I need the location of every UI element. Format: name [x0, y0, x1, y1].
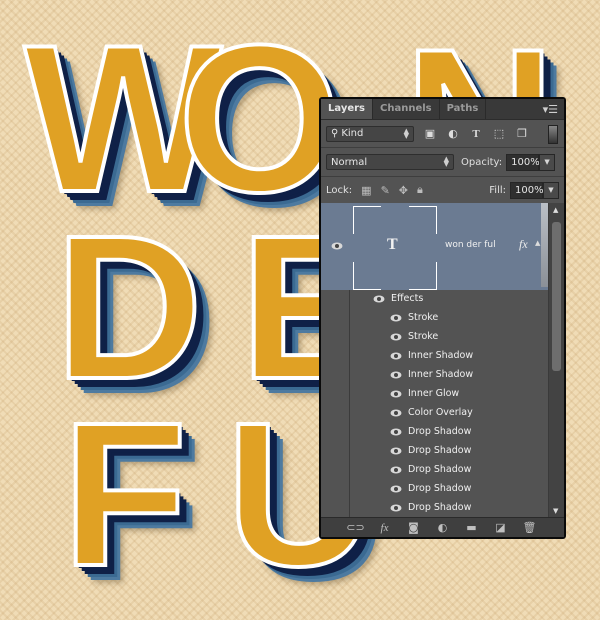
effect-label: Inner Shadow	[408, 369, 474, 380]
lock-image-icon[interactable]: ✎	[381, 184, 390, 197]
pixel-filter-icon[interactable]: ▣	[423, 127, 437, 141]
scrollbar[interactable]: ▲ ▼	[548, 203, 564, 518]
layer-thumbnail: T	[353, 206, 437, 290]
filter-kind-label: Kind	[341, 128, 364, 139]
layer-name[interactable]: won der ful	[445, 240, 496, 250]
blend-mode-select[interactable]: Normal ▲ ▼	[326, 154, 454, 170]
layer-row-selected[interactable]: T won der ful fx ▲	[321, 203, 549, 290]
effect-label: Color Overlay	[408, 407, 473, 418]
visibility-eye-icon[interactable]	[390, 314, 402, 322]
fill-dropdown[interactable]: ▼	[543, 181, 559, 199]
panel-tabs: Layers Channels Paths ▾☰	[321, 99, 564, 120]
shape-filter-icon[interactable]: ⬚	[492, 127, 506, 141]
effect-row[interactable]: Drop Shadow	[321, 461, 549, 480]
scroll-up-icon[interactable]: ▲	[553, 206, 558, 214]
effects-list: Effects Stroke Stroke Inner Shadow Inner Sha…	[321, 290, 549, 518]
select-arrows-icon: ▲ ▼	[403, 126, 409, 140]
scroll-down-icon[interactable]: ▼	[553, 507, 558, 515]
filter-toggle[interactable]	[548, 125, 558, 144]
type-layer-icon: T	[387, 236, 398, 253]
lock-label: Lock:	[326, 184, 353, 196]
visibility-eye-icon[interactable]	[390, 352, 402, 360]
add-mask-icon[interactable]: ◙	[407, 521, 421, 535]
fx-icon[interactable]: fx	[519, 237, 528, 252]
link-layers-icon[interactable]: ⊂⊃	[346, 521, 364, 535]
effect-row[interactable]: Inner Glow	[321, 385, 549, 404]
collapse-effects-icon[interactable]: ▲	[535, 239, 540, 247]
visibility-eye-icon[interactable]	[373, 295, 385, 303]
blend-mode-value: Normal	[331, 156, 368, 168]
opacity-input[interactable]: 100%	[506, 153, 540, 171]
effect-row[interactable]: Drop Shadow	[321, 423, 549, 442]
effect-label: Stroke	[408, 331, 439, 342]
visibility-eye-icon[interactable]	[390, 333, 402, 341]
effect-row[interactable]: Drop Shadow	[321, 499, 549, 518]
lock-row: Lock: ▦ ✎ ✥ 🔒︎ Fill: 100% ▼	[321, 177, 564, 204]
new-group-icon[interactable]: ▬	[465, 521, 479, 535]
effect-row[interactable]: Stroke	[321, 309, 549, 328]
effect-label: Drop Shadow	[408, 445, 472, 456]
blend-row: Normal ▲ ▼ Opacity: 100% ▼	[321, 148, 564, 177]
effect-label: Inner Glow	[408, 388, 460, 399]
layers-list: T won der ful fx ▲ Effects Stroke Stroke In…	[321, 203, 549, 518]
adjustment-layer-icon[interactable]: ◐	[436, 521, 450, 535]
type-filter-icon[interactable]: T	[469, 127, 483, 141]
lock-all-icon[interactable]: 🔒︎	[417, 183, 423, 197]
effect-label: Drop Shadow	[408, 426, 472, 437]
visibility-eye-icon[interactable]	[390, 447, 402, 455]
opacity-label: Opacity:	[461, 156, 503, 168]
visibility-eye-icon[interactable]	[331, 242, 343, 250]
panel-menu-icon[interactable]: ▾☰	[543, 103, 558, 116]
effects-header-row[interactable]: Effects	[321, 290, 549, 309]
thumb-corner	[409, 206, 437, 234]
filter-row: ⚲ Kind ▲ ▼ ▣ ◐ T ⬚ ❐	[321, 120, 564, 148]
effect-row[interactable]: Inner Shadow	[321, 366, 549, 385]
lock-transparent-icon[interactable]: ▦	[361, 184, 371, 197]
thumb-corner	[353, 206, 381, 234]
effect-row[interactable]: Drop Shadow	[321, 480, 549, 499]
thumb-corner	[353, 262, 381, 290]
tab-paths[interactable]: Paths	[440, 99, 487, 119]
effect-row[interactable]: Stroke	[321, 328, 549, 347]
visibility-eye-icon[interactable]	[390, 466, 402, 474]
visibility-eye-icon[interactable]	[390, 409, 402, 417]
scrollbar-thumb[interactable]	[552, 222, 561, 371]
effect-label: Drop Shadow	[408, 464, 472, 475]
effect-label: Stroke	[408, 312, 439, 323]
smart-object-filter-icon[interactable]: ❐	[515, 127, 529, 141]
effect-label: Drop Shadow	[408, 483, 472, 494]
visibility-eye-icon[interactable]	[390, 485, 402, 493]
effects-header-label: Effects	[391, 293, 424, 304]
effect-label: Inner Shadow	[408, 350, 474, 361]
fill-label: Fill:	[489, 184, 506, 196]
add-style-icon[interactable]: fx	[378, 521, 392, 535]
delete-layer-icon[interactable]: 🗑︎	[523, 521, 537, 535]
panel-bottom-bar: ⊂⊃ fx ◙ ◐ ▬ ◪ 🗑︎	[321, 517, 564, 537]
tab-channels[interactable]: Channels	[373, 99, 440, 119]
lock-position-icon[interactable]: ✥	[399, 184, 408, 197]
visibility-eye-icon[interactable]	[390, 390, 402, 398]
effect-row[interactable]: Inner Shadow	[321, 347, 549, 366]
adjustment-filter-icon[interactable]: ◐	[446, 127, 460, 141]
visibility-eye-icon[interactable]	[390, 371, 402, 379]
effect-row[interactable]: Color Overlay	[321, 404, 549, 423]
new-layer-icon[interactable]: ◪	[494, 521, 508, 535]
filter-kind-select[interactable]: ⚲ Kind ▲ ▼	[326, 125, 414, 142]
effect-row[interactable]: Drop Shadow	[321, 442, 549, 461]
effect-label: Drop Shadow	[408, 502, 472, 513]
fill-input[interactable]: 100%	[510, 181, 544, 199]
tab-layers[interactable]: Layers	[321, 99, 373, 119]
opacity-dropdown[interactable]: ▼	[539, 153, 556, 171]
visibility-eye-icon[interactable]	[390, 428, 402, 436]
layers-panel: Layers Channels Paths ▾☰ ⚲ Kind ▲ ▼ ▣ ◐ T…	[319, 97, 566, 539]
thumb-corner	[409, 262, 437, 290]
visibility-eye-icon[interactable]	[390, 504, 402, 512]
select-arrows-icon: ▲ ▼	[443, 155, 449, 168]
letter-f: F	[60, 380, 189, 609]
search-icon: ⚲	[331, 128, 339, 139]
